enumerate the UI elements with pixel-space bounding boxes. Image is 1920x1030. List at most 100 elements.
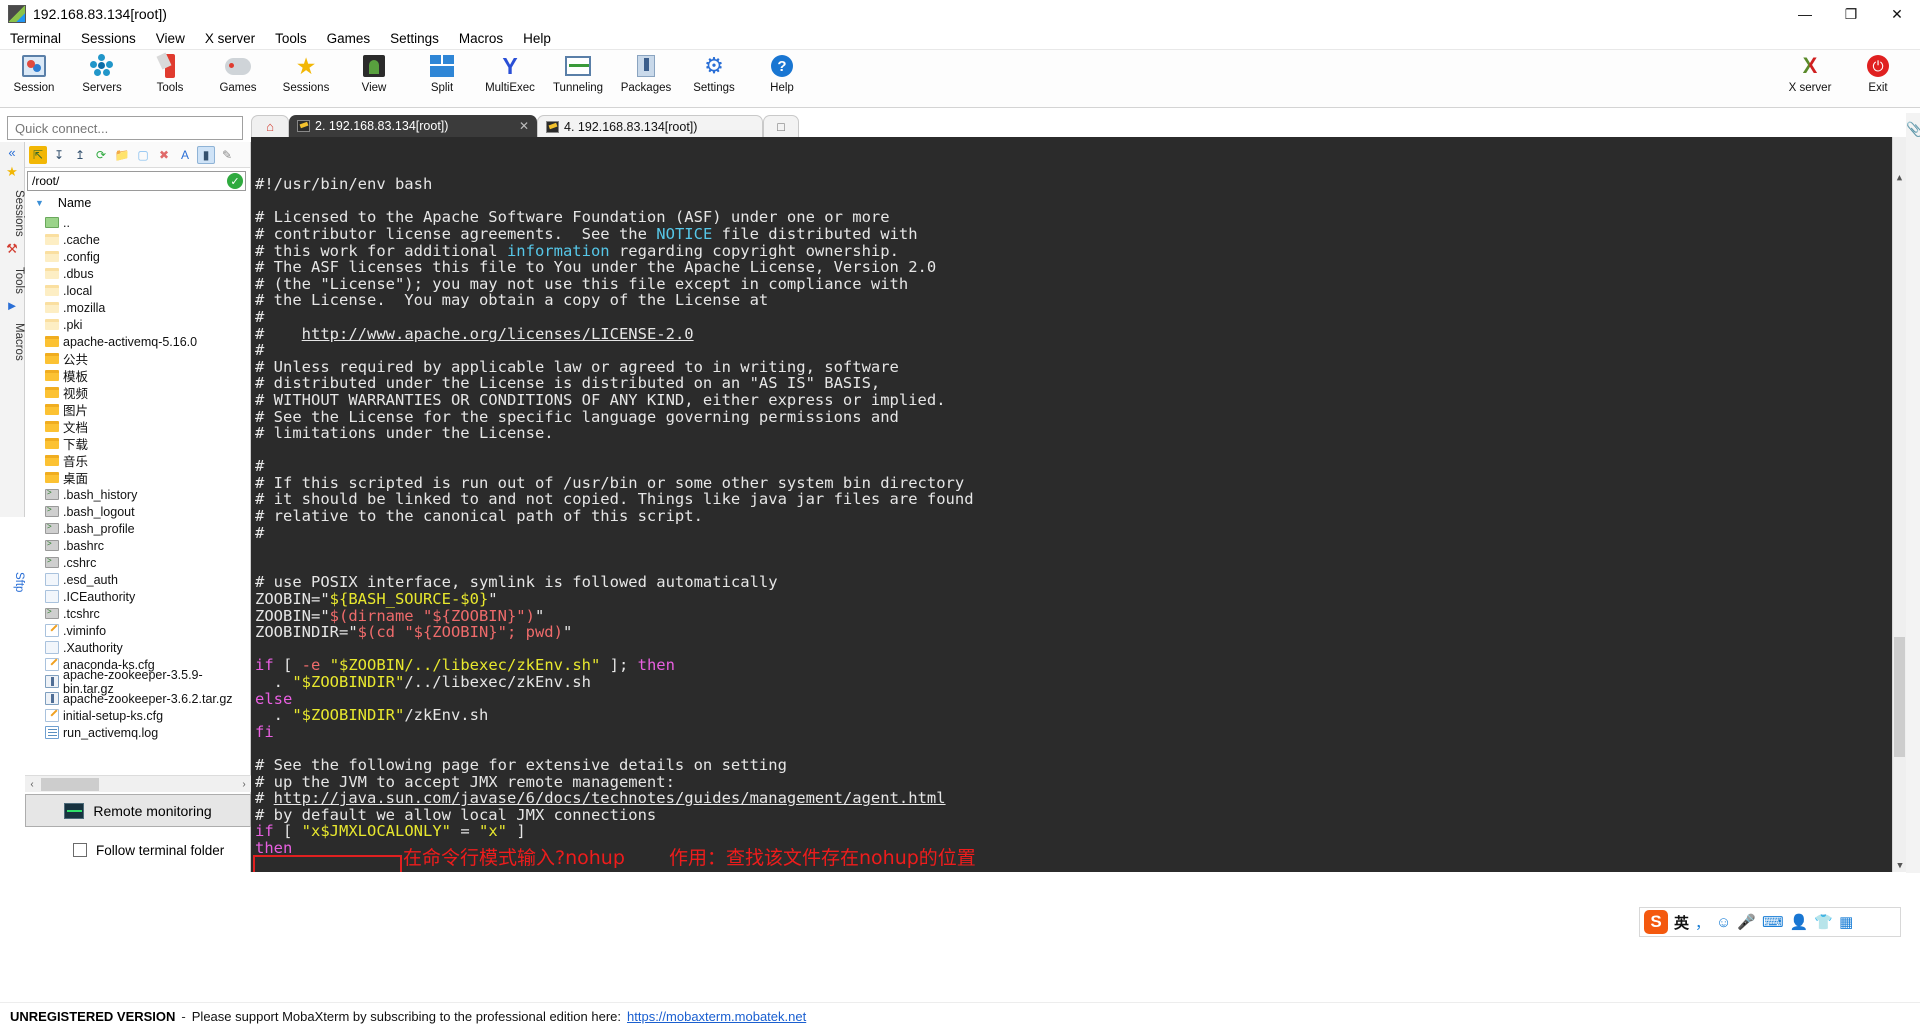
file-row[interactable]: .cshrc xyxy=(25,554,250,571)
emoji-icon[interactable]: ☺ xyxy=(1716,914,1731,931)
paperclip-icon[interactable]: 📎 xyxy=(1906,121,1920,138)
rail-tab-sftp[interactable]: Sftp xyxy=(0,572,25,592)
file-row[interactable]: initial-setup-ks.cfg xyxy=(25,707,250,724)
menu-macros[interactable]: Macros xyxy=(450,29,512,48)
toolbar-games-button[interactable]: Games xyxy=(204,50,272,106)
punctuation-icon[interactable]: ， xyxy=(1695,912,1710,933)
toolbar-tunneling-button[interactable]: Tunneling xyxy=(544,50,612,106)
toolbar-xserver-button[interactable]: X X server xyxy=(1776,50,1844,106)
toolbar-exit-button[interactable]: ⏻ Exit xyxy=(1844,50,1912,106)
toolbar-tools-button[interactable]: Tools xyxy=(136,50,204,106)
toolbar-servers-button[interactable]: Servers xyxy=(68,50,136,106)
terminal-output[interactable]: #!/usr/bin/env bash # Licensed to the Ap… xyxy=(251,137,1906,872)
sogou-logo-icon[interactable]: S xyxy=(1644,910,1668,934)
new-folder-icon[interactable]: 📁 xyxy=(113,146,131,164)
scroll-down-icon[interactable]: ▼ xyxy=(1893,858,1906,872)
scroll-up-icon[interactable]: ▲ xyxy=(1893,170,1906,184)
toolbar-view-button[interactable]: View xyxy=(340,50,408,106)
file-row[interactable]: run_activemq.log xyxy=(25,724,250,741)
file-row[interactable]: .bashrc xyxy=(25,537,250,554)
rail-tab-tools[interactable]: Tools xyxy=(0,267,25,294)
scrollbar-thumb[interactable] xyxy=(41,777,99,791)
sftp-file-list[interactable]: .. .cache .config .dbus .local .mozilla .pki ap… xyxy=(25,213,250,758)
file-row[interactable]: 模板 xyxy=(25,367,250,384)
toolbar-split-button[interactable]: Split xyxy=(408,50,476,106)
menu-settings[interactable]: Settings xyxy=(381,29,448,48)
sort-arrow-icon[interactable]: ▼ xyxy=(35,198,44,208)
menu-xserver[interactable]: X server xyxy=(196,29,264,48)
file-row[interactable]: .ICEauthority xyxy=(25,588,250,605)
terminal-tab-2[interactable]: 2. 192.168.83.134[root]) ✕ xyxy=(289,115,537,137)
menu-games[interactable]: Games xyxy=(318,29,380,48)
skin-icon[interactable]: 👕 xyxy=(1814,913,1833,931)
menu-tools[interactable]: Tools xyxy=(266,29,316,48)
scroll-left-icon[interactable]: ‹ xyxy=(25,779,39,790)
file-row[interactable]: 桌面 xyxy=(25,469,250,486)
mobaxterm-url-link[interactable]: https://mobaxterm.mobatek.net xyxy=(627,1009,806,1024)
file-row[interactable]: .mozilla xyxy=(25,299,250,316)
sftp-horizontal-scrollbar[interactable]: ‹ › xyxy=(25,775,251,792)
menu-view[interactable]: View xyxy=(147,29,194,48)
file-row[interactable]: 下载 xyxy=(25,435,250,452)
text-mode-icon[interactable]: A xyxy=(176,146,194,164)
refresh-icon[interactable]: ⟳ xyxy=(92,146,110,164)
file-row[interactable]: 视频 xyxy=(25,384,250,401)
collapse-sidebar-icon[interactable]: « xyxy=(0,142,24,160)
maximize-button[interactable]: ❐ xyxy=(1828,0,1874,28)
remote-monitoring-button[interactable]: Remote monitoring xyxy=(25,794,251,827)
ime-mode-label[interactable]: 英 xyxy=(1674,912,1689,933)
file-row[interactable]: apache-activemq-5.16.0 xyxy=(25,333,250,350)
file-row[interactable]: .bash_history xyxy=(25,486,250,503)
rail-tab-sessions[interactable]: Sessions xyxy=(0,190,25,237)
edit-icon[interactable]: ✎ xyxy=(218,146,236,164)
file-row[interactable]: 音乐 xyxy=(25,452,250,469)
close-tab-icon[interactable]: ✕ xyxy=(519,119,529,133)
file-row[interactable]: .local xyxy=(25,282,250,299)
user-icon[interactable]: 👤 xyxy=(1790,913,1809,931)
new-file-icon[interactable]: ▢ xyxy=(134,146,152,164)
menu-help[interactable]: Help xyxy=(514,29,560,48)
delete-icon[interactable]: ✖ xyxy=(155,146,173,164)
upload-icon[interactable]: ↥ xyxy=(71,146,89,164)
file-row[interactable]: .. xyxy=(25,214,250,231)
terminal-tab-4[interactable]: 4. 192.168.83.134[root]) xyxy=(537,115,763,137)
toolbar-multiexec-button[interactable]: Y MultiExec xyxy=(476,50,544,106)
file-row[interactable]: .tcshrc xyxy=(25,605,250,622)
file-row[interactable]: .dbus xyxy=(25,265,250,282)
toolbar-sessions-button[interactable]: ★ Sessions xyxy=(272,50,340,106)
toolbar-settings-button[interactable]: ⚙ Settings xyxy=(680,50,748,106)
quick-connect-input[interactable]: Quick connect... xyxy=(7,116,243,140)
download-icon[interactable]: ↧ xyxy=(50,146,68,164)
follow-terminal-folder-row[interactable]: Follow terminal folder xyxy=(25,836,251,864)
file-row[interactable]: .bash_profile xyxy=(25,520,250,537)
file-row[interactable]: 图片 xyxy=(25,401,250,418)
file-row[interactable]: 公共 xyxy=(25,350,250,367)
rail-tab-macros[interactable]: Macros xyxy=(0,323,25,361)
file-row[interactable]: .config xyxy=(25,248,250,265)
toolbar-session-button[interactable]: Session xyxy=(0,50,68,106)
terminal-scrollbar-thumb[interactable] xyxy=(1894,637,1905,757)
sftp-path-input[interactable]: /root/ ✓ xyxy=(27,171,246,191)
file-row[interactable]: .esd_auth xyxy=(25,571,250,588)
scroll-right-icon[interactable]: › xyxy=(237,779,251,790)
file-row[interactable]: .bash_logout xyxy=(25,503,250,520)
file-row[interactable]: apache-zookeeper-3.5.9-bin.tar.gz xyxy=(25,668,250,696)
follow-terminal-folder-checkbox[interactable] xyxy=(73,843,87,857)
home-tab[interactable]: ⌂ xyxy=(251,115,289,137)
binary-mode-icon[interactable]: ▮ xyxy=(197,145,215,164)
apps-icon[interactable]: ▦ xyxy=(1839,913,1853,931)
close-button[interactable]: ✕ xyxy=(1874,0,1920,28)
minimize-button[interactable]: — xyxy=(1782,0,1828,28)
menu-sessions[interactable]: Sessions xyxy=(72,29,145,48)
file-row[interactable]: .Xauthority xyxy=(25,639,250,656)
terminal-search-input[interactable]: ?nohup xyxy=(253,855,403,872)
file-row[interactable]: .viminfo xyxy=(25,622,250,639)
file-row[interactable]: 文档 xyxy=(25,418,250,435)
file-row[interactable]: apache-zookeeper-3.6.2.tar.gz xyxy=(25,690,250,707)
terminal-scrollbar[interactable]: ▲ ▼ xyxy=(1892,137,1906,872)
sftp-column-header[interactable]: ▼ Name xyxy=(25,193,250,213)
keyboard-icon[interactable]: ⌨ xyxy=(1762,913,1784,931)
toolbar-help-button[interactable]: ? Help xyxy=(748,50,816,106)
file-row[interactable]: .cache xyxy=(25,231,250,248)
microphone-icon[interactable]: 🎤 xyxy=(1737,913,1756,931)
